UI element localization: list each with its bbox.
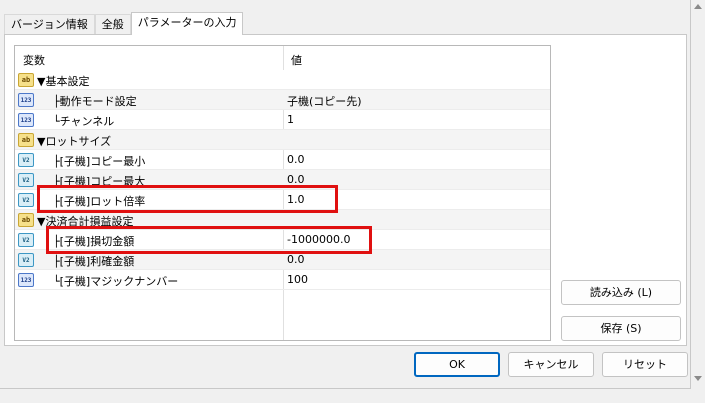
string-type-icon: ab [18, 133, 34, 147]
save-button[interactable]: 保存 (S) [561, 316, 681, 341]
param-value[interactable]: 0.0 [287, 153, 305, 166]
scroll-up-icon[interactable] [694, 4, 702, 9]
double-type-icon: V2 [18, 193, 34, 207]
param-name: ├[子機]コピー最小 [53, 155, 146, 168]
string-type-icon: ab [18, 73, 34, 87]
param-row-magic-number[interactable]: 123 └[子機]マジックナンバー 100 [15, 270, 550, 290]
param-value[interactable]: 1 [287, 113, 294, 126]
expert-properties-dialog: バージョン情報 全般 パラメーターの入力 変数 値 ab ▼基本設定 123 ├… [0, 0, 691, 389]
param-name: ▼ロットサイズ [37, 135, 112, 148]
param-value[interactable]: 子機(コピー先) [287, 93, 362, 109]
cancel-button[interactable]: キャンセル [508, 352, 594, 377]
param-value[interactable]: 100 [287, 273, 308, 286]
vertical-scrollbar[interactable] [691, 0, 705, 403]
param-row-operation-mode[interactable]: 123 ├動作モード設定 子機(コピー先) [15, 90, 550, 110]
reset-button[interactable]: リセット [602, 352, 688, 377]
param-row-copy-min[interactable]: V2 ├[子機]コピー最小 0.0 [15, 150, 550, 170]
param-name: ├動作モード設定 [53, 95, 137, 108]
tab-version-info[interactable]: バージョン情報 [4, 14, 95, 34]
tab-general[interactable]: 全般 [94, 14, 131, 34]
double-type-icon: V2 [18, 173, 34, 187]
param-name: └[子機]マジックナンバー [53, 275, 179, 288]
highlight-box-stop-loss [46, 226, 372, 254]
group-row-lot-size[interactable]: ab ▼ロットサイズ [15, 130, 550, 150]
double-type-icon: V2 [18, 233, 34, 247]
param-name: ▼基本設定 [37, 75, 90, 88]
bottom-strip [0, 389, 690, 403]
param-name: ├[子機]利確金額 [53, 255, 135, 268]
group-row-basic-settings[interactable]: ab ▼基本設定 [15, 70, 550, 90]
string-type-icon: ab [18, 213, 34, 227]
integer-type-icon: 123 [18, 113, 34, 127]
param-value[interactable]: 0.0 [287, 253, 305, 266]
integer-type-icon: 123 [18, 93, 34, 107]
tab-parameters[interactable]: パラメーターの入力 [130, 12, 244, 35]
header-variable[interactable]: 変数 [23, 52, 45, 68]
integer-type-icon: 123 [18, 273, 34, 287]
header-value[interactable]: 値 [291, 52, 302, 68]
param-row-channel[interactable]: 123 └チャンネル 1 [15, 110, 550, 130]
load-button[interactable]: 読み込み (L) [561, 280, 681, 305]
tab-bar: バージョン情報 全般 パラメーターの入力 [4, 12, 244, 35]
double-type-icon: V2 [18, 153, 34, 167]
highlight-box-lot-multiplier [37, 185, 338, 213]
double-type-icon: V2 [18, 253, 34, 267]
scroll-down-icon[interactable] [694, 376, 702, 381]
ok-button[interactable]: OK [414, 352, 500, 377]
param-name: └チャンネル [53, 115, 115, 128]
